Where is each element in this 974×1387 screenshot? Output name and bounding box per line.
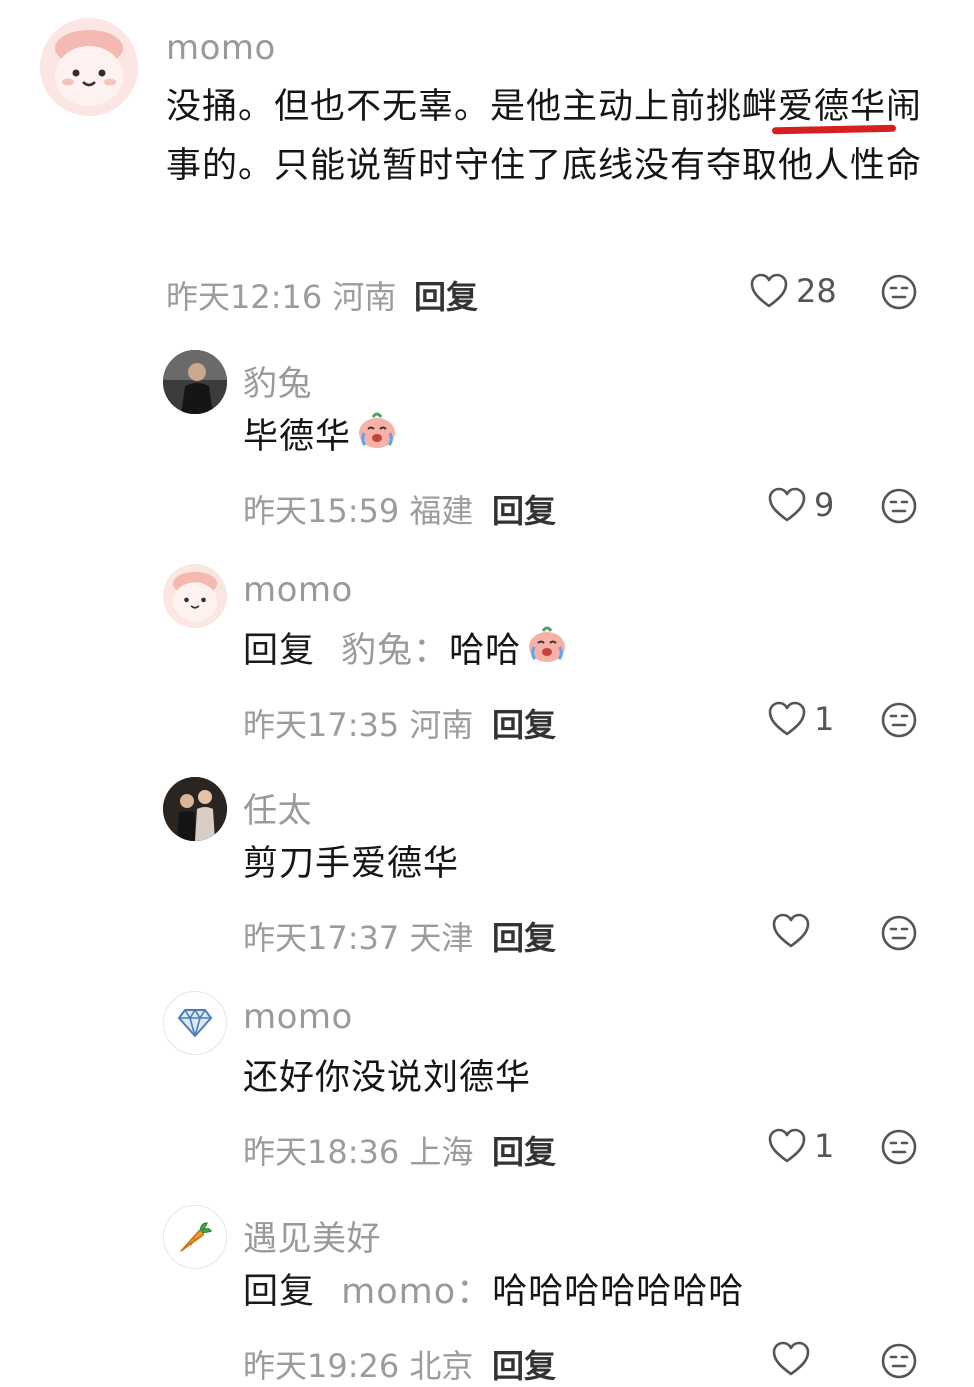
couple-photo-avatar-icon <box>163 777 227 841</box>
like-count: 1 <box>814 1127 835 1165</box>
reply-button[interactable]: 回复 <box>414 272 478 318</box>
reply-button[interactable]: 回复 <box>492 1341 556 1387</box>
neutral-face-icon <box>881 274 917 310</box>
reply-item: momo 回复 豹兔：哈哈 昨天17:35 河南 回复 1 <box>0 554 974 754</box>
reply-item: momo 还好你没说刘德华 昨天18:36 上海 回复 1 <box>0 981 974 1181</box>
reply-item: 豹兔 毕德华 昨天15:59 福建 回复 9 <box>0 340 974 540</box>
dislike-button[interactable] <box>881 702 917 742</box>
comment-meta: 昨天17:37 天津 <box>243 919 474 957</box>
avatar[interactable] <box>163 564 227 628</box>
username[interactable]: momo <box>243 997 353 1037</box>
reply-button[interactable]: 回复 <box>492 1127 556 1173</box>
comment-text-part: 哈哈哈哈哈哈哈 <box>492 1272 745 1312</box>
heart-outline-icon <box>768 487 806 522</box>
comment-meta: 昨天17:35 河南 <box>243 706 474 744</box>
username[interactable]: momo <box>243 570 353 610</box>
neutral-face-icon <box>881 915 917 951</box>
comment-text: 没捅。但也不无辜。是他主动上前挑衅爱德华闹事的。只能说暂时守住了底线没有夺取他人… <box>166 78 926 196</box>
like-button[interactable] <box>772 1341 818 1377</box>
username[interactable]: 遇见美好 <box>243 1211 381 1260</box>
neutral-face-icon <box>881 702 917 738</box>
dislike-button[interactable] <box>881 1343 917 1383</box>
reply-item: 遇见美好 回复 momo：哈哈哈哈哈哈哈 昨天19:26 北京 回复 <box>0 1195 974 1385</box>
dislike-button[interactable] <box>881 488 917 528</box>
like-count: 1 <box>814 700 835 738</box>
reply-button[interactable]: 回复 <box>492 700 556 746</box>
like-button[interactable] <box>772 913 818 949</box>
like-button[interactable]: 1 <box>768 1127 834 1165</box>
avatar[interactable] <box>163 1205 227 1269</box>
avatar[interactable] <box>163 777 227 841</box>
like-button[interactable]: 9 <box>768 486 834 524</box>
reply-button[interactable]: 回复 <box>492 486 556 532</box>
comment-text-part: 没捅。但也不无辜。是他主动上前挑衅 <box>166 87 779 127</box>
dislike-button[interactable] <box>881 915 917 955</box>
like-button[interactable]: 28 <box>750 272 837 310</box>
heart-outline-icon <box>768 701 806 736</box>
comment-meta: 昨天15:59 福建 <box>243 492 474 530</box>
username[interactable]: 任太 <box>243 783 312 832</box>
comment-text: 剪刀手爱德华 <box>243 844 460 884</box>
avatar[interactable] <box>40 18 138 116</box>
comment-text-part: 哈哈 <box>449 631 522 671</box>
person-photo-avatar-icon <box>163 350 227 414</box>
cartoon-peach-avatar-icon <box>40 18 138 116</box>
heart-outline-icon <box>750 273 788 308</box>
neutral-face-icon <box>881 1343 917 1379</box>
reply-target[interactable]: momo： <box>341 1272 492 1312</box>
reply-button[interactable]: 回复 <box>492 913 556 959</box>
crying-laugh-emoji-icon <box>525 623 569 682</box>
dislike-button[interactable] <box>881 1129 917 1169</box>
comment-text: 毕德华 <box>243 408 399 468</box>
carrot-icon <box>180 1222 212 1252</box>
like-button[interactable]: 1 <box>768 700 834 738</box>
diamond-icon <box>178 1009 212 1037</box>
neutral-face-icon <box>881 488 917 524</box>
highlighted-text: 爱德华 <box>778 87 887 127</box>
like-count: 28 <box>796 272 837 310</box>
comment-meta: 昨天18:36 上海 <box>243 1133 474 1171</box>
avatar[interactable] <box>163 350 227 414</box>
heart-outline-icon <box>768 1128 806 1163</box>
neutral-face-icon <box>881 1129 917 1165</box>
avatar[interactable] <box>163 991 227 1055</box>
username[interactable]: momo <box>166 28 276 68</box>
comment-text-part: 毕德华 <box>243 417 352 457</box>
dislike-button[interactable] <box>881 274 917 314</box>
comment-meta: 昨天19:26 北京 <box>243 1347 474 1385</box>
reply-target[interactable]: 豹兔： <box>341 631 449 671</box>
comment-text: 回复 momo：哈哈哈哈哈哈哈 <box>243 1263 744 1322</box>
reply-item: 任太 剪刀手爱德华 昨天17:37 天津 回复 <box>0 767 974 967</box>
username[interactable]: 豹兔 <box>243 356 312 405</box>
reply-prefix: 回复 <box>243 1272 316 1312</box>
comment-text: 还好你没说刘德华 <box>243 1058 532 1098</box>
comment-text: 回复 豹兔：哈哈 <box>243 622 569 682</box>
reply-prefix: 回复 <box>243 631 316 671</box>
cartoon-peach-avatar-icon <box>163 564 227 628</box>
comment-item: momo 没捅。但也不无辜。是他主动上前挑衅爱德华闹事的。只能说暂时守住了底线没… <box>0 0 974 330</box>
heart-outline-icon <box>772 1341 810 1376</box>
like-count: 9 <box>814 486 835 524</box>
comment-meta: 昨天12:16 河南 <box>166 278 397 316</box>
heart-outline-icon <box>772 913 810 948</box>
crying-laugh-emoji-icon <box>355 409 399 468</box>
